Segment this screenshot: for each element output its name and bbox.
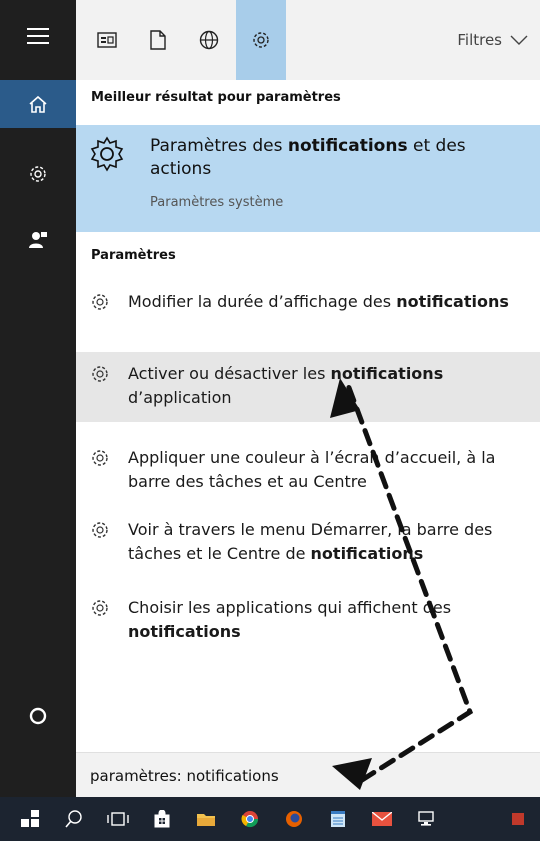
settings-result-label: Voir à travers le menu Démarrer, la barr… (128, 520, 493, 563)
task-view-button[interactable] (96, 797, 140, 841)
settings-result-item[interactable]: Voir à travers le menu Démarrer, la barr… (76, 508, 540, 578)
best-match-subtitle: Paramètres système (150, 195, 284, 210)
file-explorer-button[interactable] (184, 797, 228, 841)
home-icon (29, 95, 47, 113)
taskbar (0, 797, 540, 841)
taskbar-search-button[interactable] (52, 797, 96, 841)
chevron-down-icon (510, 35, 528, 45)
settings-result-item[interactable]: Activer ou désactiver les notifications … (76, 352, 540, 422)
start-button[interactable] (8, 797, 52, 841)
results-pane: Meilleur résultat pour paramètres Paramè… (76, 80, 540, 732)
tray-app-icon (512, 813, 524, 825)
search-icon (65, 810, 82, 828)
gear-icon (90, 520, 110, 544)
hamburger-icon (27, 28, 49, 44)
settings-result-label: Appliquer une couleur à l’écran d’accuei… (128, 448, 496, 491)
network-button[interactable] (404, 797, 448, 841)
apps-filter-icon (97, 32, 117, 48)
best-match-result[interactable]: Paramètres des notifications et des acti… (76, 125, 540, 232)
best-match-heading: Meilleur résultat pour paramètres (91, 90, 341, 105)
filters-label: Filtres (457, 31, 502, 49)
store-icon (154, 810, 170, 828)
web-filter-icon (199, 30, 219, 50)
cortana-button[interactable] (0, 692, 76, 740)
store-button[interactable] (140, 797, 184, 841)
filters-dropdown[interactable]: Filtres (457, 0, 528, 80)
task-view-icon (107, 812, 129, 826)
settings-filter-icon (253, 32, 269, 48)
settings-result-item[interactable]: Choisir les applications qui affichent d… (76, 586, 540, 656)
file-explorer-icon (197, 814, 215, 826)
firefox-button[interactable] (272, 797, 316, 841)
notepad-button[interactable] (316, 797, 360, 841)
settings-result-label: Activer ou désactiver les notifications … (128, 364, 444, 407)
chrome-icon (241, 811, 259, 828)
rail-home-button[interactable] (0, 80, 76, 128)
gear-icon (90, 598, 110, 622)
chrome-button[interactable] (228, 797, 272, 841)
search-input[interactable] (90, 765, 520, 787)
settings-filter-button[interactable] (236, 0, 286, 80)
mail-icon (372, 812, 392, 826)
best-match-title: Paramètres des notifications et des acti… (150, 136, 466, 179)
cortana-circle-icon (29, 707, 47, 725)
settings-result-item[interactable]: Modifier la durée d’affichage des notifi… (76, 280, 540, 350)
gear-icon (30, 166, 46, 182)
filter-bar: Filtres (76, 0, 540, 80)
search-box (76, 752, 540, 797)
gear-icon (90, 448, 110, 472)
documents-filter-icon (150, 30, 166, 50)
notepad-icon (331, 811, 345, 827)
start-rail (0, 0, 76, 797)
settings-heading: Paramètres (91, 248, 176, 263)
settings-result-label: Modifier la durée d’affichage des notifi… (128, 292, 509, 311)
hamburger-menu-button[interactable] (0, 12, 76, 60)
settings-result-label: Choisir les applications qui affichent d… (128, 598, 452, 641)
tray-app-button[interactable] (496, 797, 540, 841)
gear-icon (90, 292, 110, 316)
best-match-gear-icon (88, 135, 126, 177)
apps-filter-button[interactable] (82, 0, 132, 80)
start-icon (21, 810, 39, 827)
mail-button[interactable] (360, 797, 404, 841)
firefox-icon (286, 811, 302, 827)
settings-result-item[interactable]: Appliquer une couleur à l’écran d’accuei… (76, 436, 540, 506)
user-feedback-icon (29, 232, 47, 248)
network-icon (418, 811, 434, 826)
rail-settings-button[interactable] (0, 150, 76, 198)
web-filter-button[interactable] (184, 0, 234, 80)
documents-filter-button[interactable] (133, 0, 183, 80)
gear-icon (90, 364, 110, 388)
rail-feedback-button[interactable] (0, 216, 76, 264)
